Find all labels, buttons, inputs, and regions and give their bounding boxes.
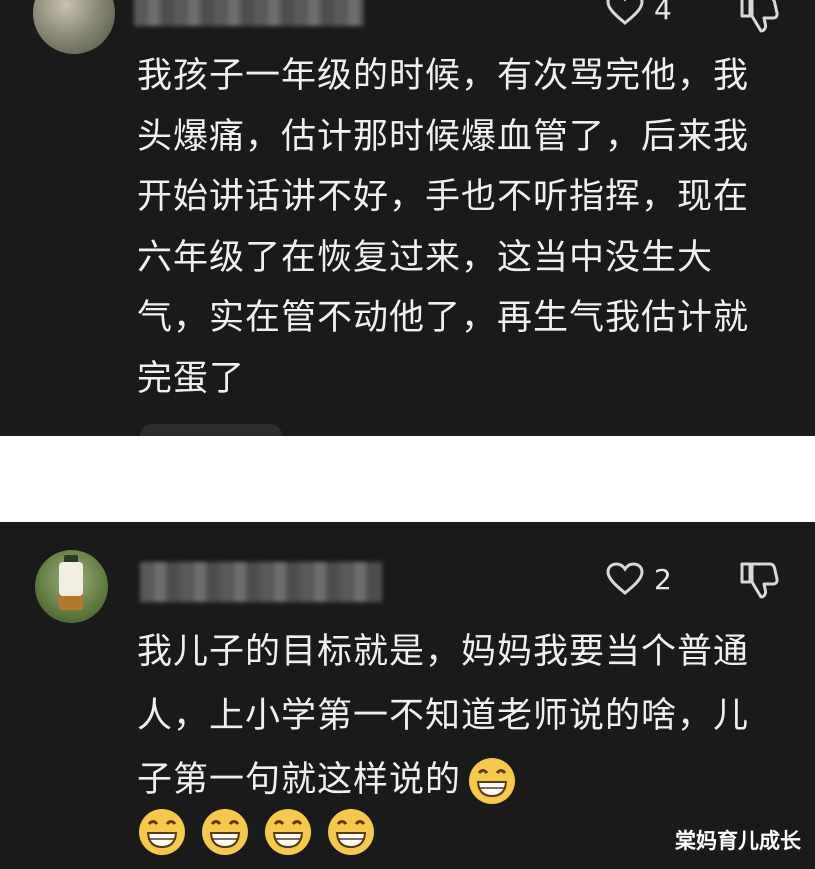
grinning-face-emoji-icon [265, 809, 311, 855]
grinning-face-emoji-icon [139, 809, 185, 855]
like-count: 4 [654, 0, 672, 26]
comment-card-2: 2 我儿子的目标就是，妈妈我要当个普通人，上小学第一不知道老师说的啥，儿子第一句… [0, 522, 815, 869]
username-blurred[interactable] [134, 0, 364, 26]
heart-icon [606, 0, 644, 25]
heart-icon [606, 562, 644, 595]
avatar-bottle [59, 562, 83, 610]
comment-card-1: 4 我孩子一年级的时候，有次骂完他，我头爆痛，估计那时候爆血管了，后来我开始讲话… [0, 0, 815, 436]
grinning-face-emoji-icon [328, 809, 374, 855]
watermark: 棠妈育儿成长 [675, 829, 801, 853]
comment-text: 我孩子一年级的时候，有次骂完他，我头爆痛，估计那时候爆血管了，后来我开始讲话讲不… [137, 56, 750, 399]
like-button[interactable]: 4 [606, 0, 672, 26]
grinning-face-emoji-icon [469, 758, 516, 804]
thumbs-down-icon[interactable] [738, 0, 780, 34]
grinning-face-emoji-icon [202, 809, 248, 855]
comment-text-content: 我儿子的目标就是，妈妈我要当个普通人，上小学第一不知道老师说的啥，儿子第一句就这… [137, 632, 750, 800]
like-count: 2 [654, 562, 672, 596]
avatar[interactable] [33, 0, 115, 54]
reply-pill[interactable] [140, 424, 282, 436]
comment-text: 我儿子的目标就是，妈妈我要当个普通人，上小学第一不知道老师说的啥，儿子第一句就这… [137, 620, 777, 812]
like-button[interactable]: 2 [606, 562, 672, 596]
thumbs-down-icon[interactable] [738, 560, 780, 600]
username-blurred[interactable] [140, 562, 382, 602]
avatar[interactable] [35, 550, 108, 623]
emoji-row [137, 807, 376, 857]
